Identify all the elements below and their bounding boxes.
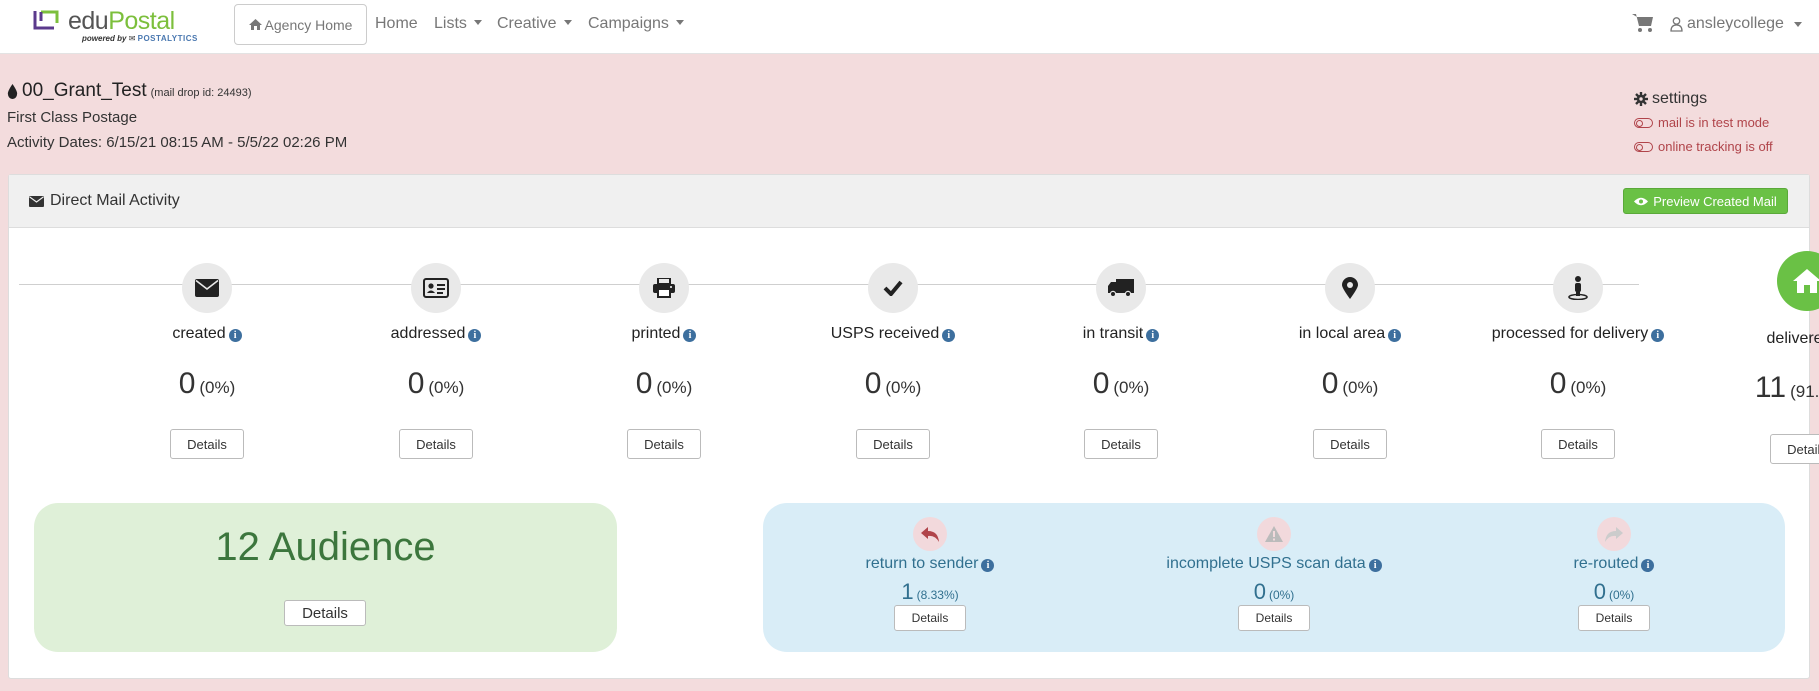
exception-label: incomplete USPS scan data i [1149,555,1399,573]
map-marker-icon [1325,263,1375,313]
activity-dates: Activity Dates: 6/15/21 08:15 AM - 5/5/2… [7,134,348,151]
panel-header: Direct Mail Activity Preview Created Mai… [9,175,1809,228]
caret-down-icon [675,20,684,25]
details-button[interactable]: Details [627,429,701,459]
timeline-line [19,284,1639,285]
panel-title: Direct Mail Activity [29,192,180,210]
details-button[interactable]: Details [856,429,930,459]
exception-label: re-routed i [1489,555,1739,573]
stage-label: processed for delivery i [1468,325,1688,343]
envelope-icon [29,195,44,207]
online-tracking-toggle[interactable]: online tracking is off [1634,139,1773,154]
brand-name: eduPostal [68,7,175,35]
shopping-cart-icon[interactable] [1632,13,1654,33]
direct-mail-activity-panel: Direct Mail Activity Preview Created Mai… [8,174,1819,679]
details-button[interactable]: Details [1313,429,1387,459]
info-icon[interactable]: i [468,329,482,342]
stage-label: printed i [554,325,774,343]
details-button[interactable]: Details [1541,429,1615,459]
home-icon [248,19,262,30]
stage-label: in transit i [1011,325,1231,343]
powered-by: powered by ✉ POSTALYTICS [82,34,198,43]
nav-lists-dropdown[interactable]: Lists [434,15,482,33]
mail-drop-title: 00_Grant_Test (mail drop id: 24493) [7,80,252,102]
printer-icon [639,263,689,313]
mail-drop-id: (mail drop id: 24493) [150,87,252,99]
nav-creative-dropdown[interactable]: Creative [497,15,572,33]
reply-icon [913,517,947,551]
stage-label: deliveredi [1766,330,1819,347]
agency-home-button[interactable]: Agency Home [234,4,367,45]
checkmark-icon [868,263,918,313]
stage-label: USPS received i [783,325,1003,343]
details-button[interactable]: Details [1770,434,1819,464]
info-icon[interactable]: i [1651,329,1665,342]
stage-label: created i [97,325,317,343]
info-icon[interactable]: i [683,329,697,342]
details-button[interactable]: Details [894,605,966,631]
details-button[interactable]: Details [1084,429,1158,459]
stage-count: 0 (0%) [1549,367,1607,400]
settings-link[interactable]: settings [1634,90,1707,108]
stage-count: 0 (0%) [1321,367,1379,400]
audience-box: 12 Audience Details [34,503,617,652]
mail-drop-name: 00_Grant_Test [22,80,147,101]
exception-count: 0 (0%) [1253,579,1295,604]
toggle-off-icon [1634,117,1653,128]
stage-label: in local area i [1240,325,1460,343]
info-icon[interactable]: i [981,559,995,572]
gear-icon [1634,92,1648,106]
audience-details-button[interactable]: Details [284,600,366,626]
warning-icon [1257,517,1291,551]
home-icon [1777,251,1819,311]
preview-created-mail-button[interactable]: Preview Created Mail [1623,188,1788,214]
eye-icon [1634,197,1649,205]
nav-home[interactable]: Home [375,15,418,33]
details-button[interactable]: Details [1578,605,1650,631]
address-card-icon [411,263,461,313]
edupostal-logo[interactable]: eduPostal powered by ✉ POSTALYTICS [30,6,200,46]
postage-class: First Class Postage [7,109,138,126]
stage-count: 0 (0%) [1092,367,1150,400]
info-icon[interactable]: i [1641,559,1655,572]
test-mode-toggle[interactable]: mail is in test mode [1634,115,1769,130]
info-icon[interactable]: i [228,329,242,342]
details-button[interactable]: Details [1238,605,1310,631]
caret-down-icon [473,20,482,25]
info-icon[interactable]: i [1146,329,1160,342]
user-icon [1670,16,1683,32]
stage-count: 11(91.67%) [1754,371,1819,404]
envelope-icon [182,263,232,313]
exception-count: 1 (8.33%) [901,579,959,604]
stage-count: 0 (0%) [635,367,693,400]
logo-mark-icon [33,10,59,30]
nav-campaigns-dropdown[interactable]: Campaigns [588,15,684,33]
share-icon [1597,517,1631,551]
exception-label: return to sender i [805,555,1055,573]
street-view-icon [1553,263,1603,313]
info-icon[interactable]: i [1368,559,1382,572]
postalytics-envelope-icon: ✉ [128,34,136,43]
exceptions-box: return to sender i 1 (8.33%) Details incom… [763,503,1785,652]
tint-drop-icon [7,83,18,99]
info-icon[interactable]: i [942,329,956,342]
stage-count: 0 (0%) [864,367,922,400]
details-button[interactable]: Details [170,429,244,459]
stage-count: 0 (0%) [178,367,236,400]
audience-count: 12 Audience [215,525,436,569]
info-icon[interactable]: i [1388,329,1402,342]
user-menu-dropdown[interactable]: ansleycollege [1670,15,1802,33]
caret-down-icon [1793,21,1802,27]
top-navbar: eduPostal powered by ✉ POSTALYTICS Agenc… [0,0,1819,54]
stage-count: 0 (0%) [407,367,465,400]
stage-label: addressed i [326,325,546,343]
toggle-off-icon [1634,141,1653,152]
exception-count: 0 (0%) [1593,579,1635,604]
caret-down-icon [563,20,572,25]
details-button[interactable]: Details [399,429,473,459]
truck-icon [1096,263,1146,313]
